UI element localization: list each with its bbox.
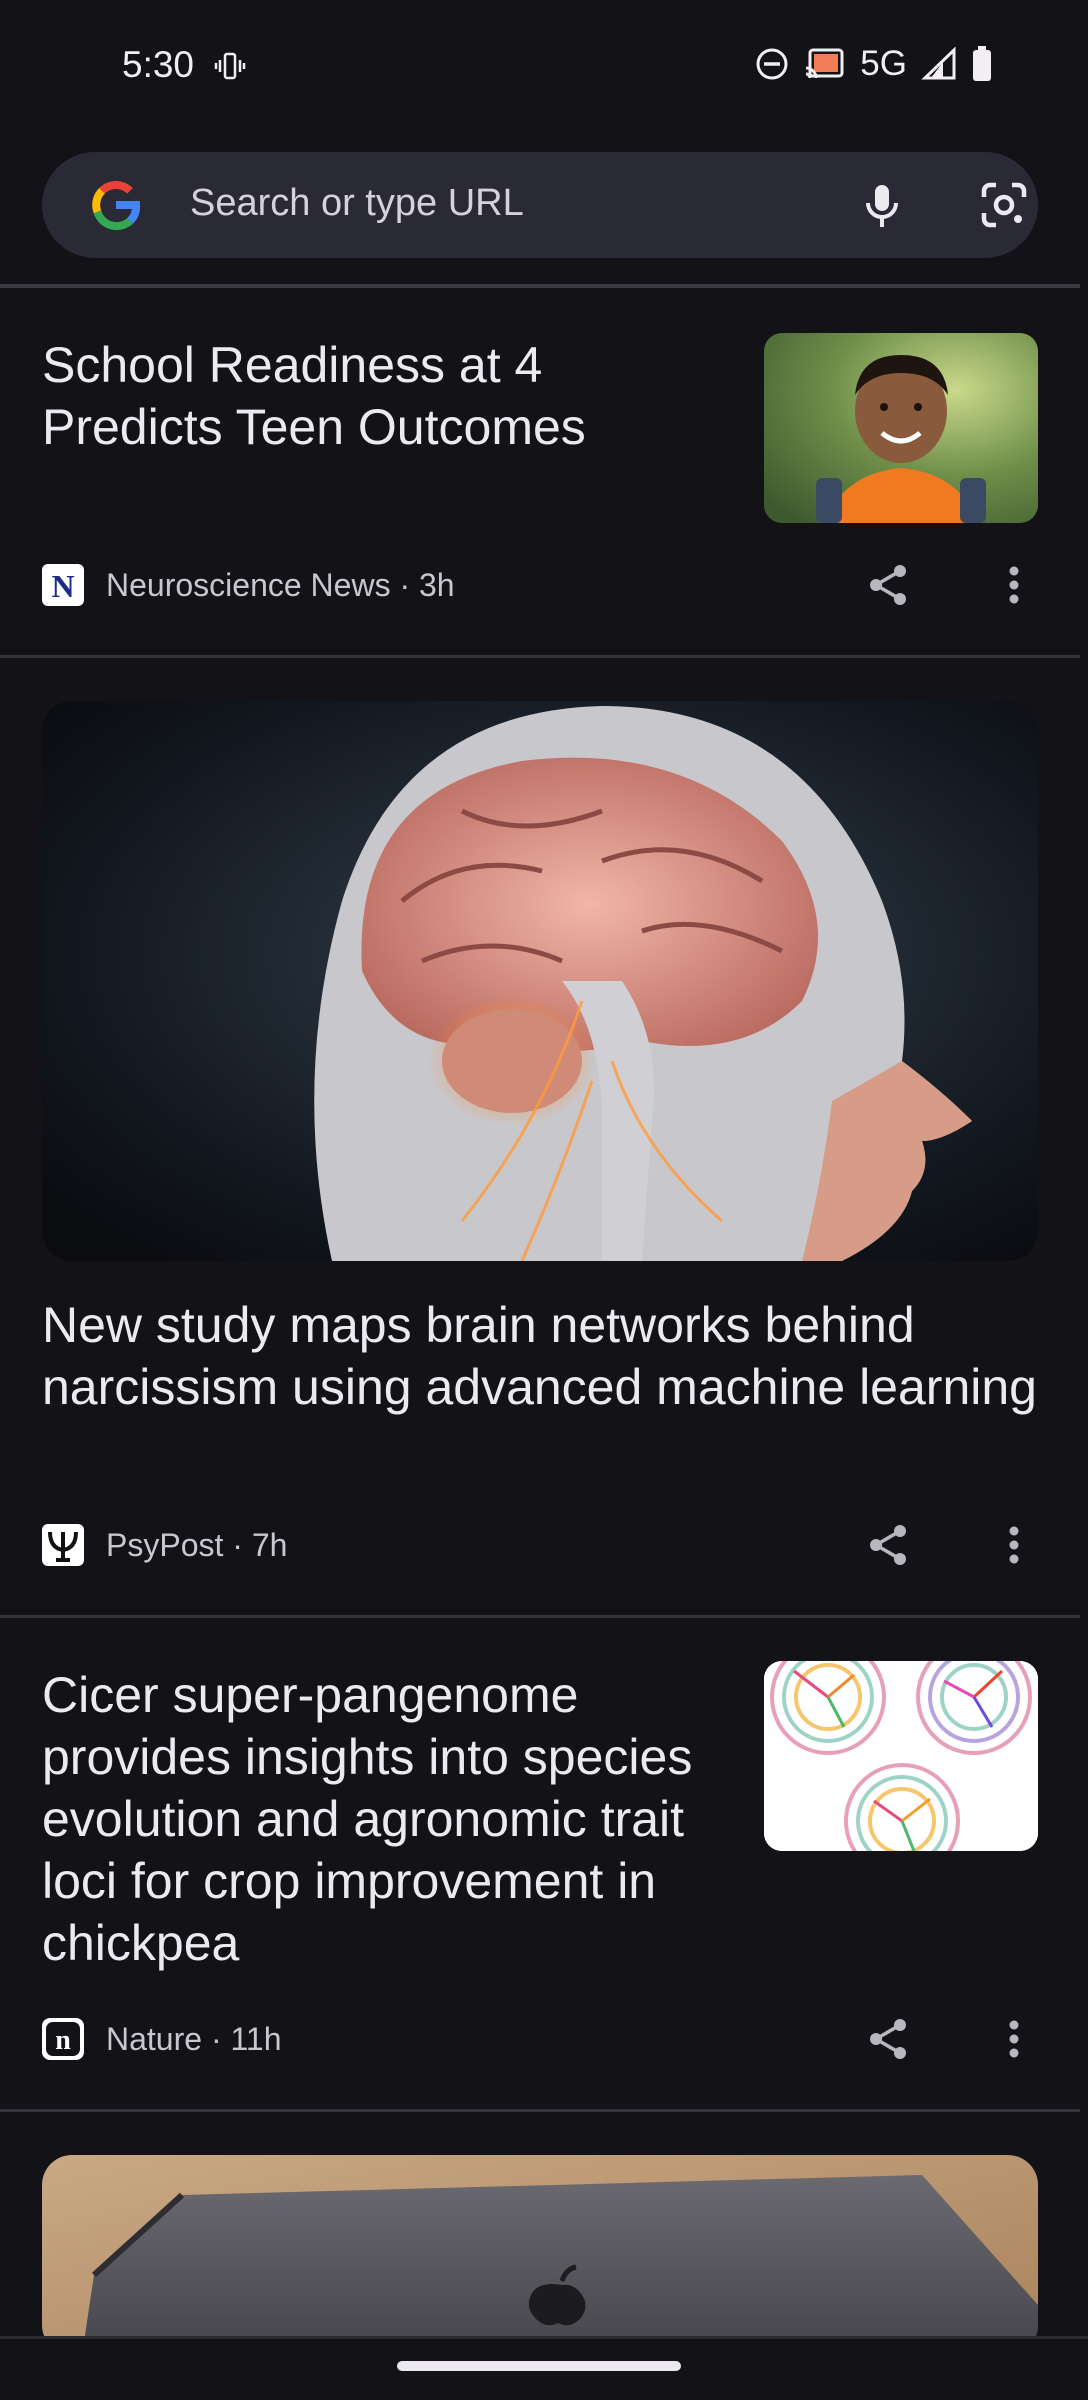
article-hero-image[interactable] bbox=[42, 2155, 1038, 2355]
vibrate-icon bbox=[214, 52, 246, 80]
svg-text:N: N bbox=[51, 568, 74, 604]
article-title[interactable]: New study maps brain networks behind nar… bbox=[42, 1294, 1038, 1418]
network-type: 5G bbox=[860, 44, 907, 83]
do-not-disturb-icon bbox=[756, 48, 788, 80]
more-options-icon[interactable] bbox=[1000, 1521, 1028, 1569]
battery-icon bbox=[973, 46, 991, 81]
source-and-age: PsyPost · 7h bbox=[106, 1526, 288, 1563]
clock: 5:30 bbox=[122, 44, 195, 85]
card-divider bbox=[0, 1615, 1080, 1618]
psypost-logo bbox=[42, 1524, 84, 1566]
circos-plot-image bbox=[764, 1661, 1038, 1851]
search-placeholder[interactable]: Search or type URL bbox=[190, 182, 524, 225]
cast-icon bbox=[806, 48, 844, 79]
lens-icon[interactable] bbox=[976, 177, 1032, 233]
more-options-icon[interactable] bbox=[1000, 561, 1028, 609]
google-logo bbox=[92, 181, 141, 231]
source-and-age: Nature · 11h bbox=[106, 2020, 282, 2057]
article-meta: N Neuroscience News · 3h bbox=[42, 564, 455, 606]
neuroscience-news-logo: N bbox=[42, 564, 84, 606]
brain-illustration bbox=[42, 701, 1038, 1261]
omnibox[interactable]: Search or type URL bbox=[42, 152, 1038, 258]
more-options-icon[interactable] bbox=[1000, 2015, 1028, 2063]
mic-icon[interactable] bbox=[854, 177, 910, 233]
status-icons: 5G bbox=[754, 44, 993, 84]
gesture-nav-bar bbox=[0, 2336, 1088, 2400]
share-icon[interactable] bbox=[864, 2015, 912, 2063]
article-title[interactable]: Cicer super-pangenome provides insights … bbox=[42, 1664, 742, 1974]
share-icon[interactable] bbox=[864, 561, 912, 609]
article-title[interactable]: School Readiness at 4 Predicts Teen Outc… bbox=[42, 334, 722, 458]
chrome-new-tab-feed: 5:30 5G Search or type URL School Readin… bbox=[0, 0, 1088, 2400]
feed-top-divider bbox=[0, 284, 1080, 288]
source-and-age: Neuroscience News · 3h bbox=[106, 566, 455, 603]
article-meta: PsyPost · 7h bbox=[42, 1524, 287, 1566]
home-gesture-handle[interactable] bbox=[397, 2361, 681, 2371]
svg-text:n: n bbox=[55, 2025, 71, 2056]
child-photo bbox=[764, 333, 1038, 523]
laptop-photo bbox=[42, 2155, 1038, 2355]
card-divider bbox=[0, 2109, 1080, 2112]
signal-icon bbox=[921, 46, 956, 80]
article-hero-image[interactable] bbox=[42, 701, 1038, 1261]
share-icon[interactable] bbox=[864, 1521, 912, 1569]
card-divider bbox=[0, 655, 1080, 658]
article-thumbnail[interactable] bbox=[764, 333, 1038, 523]
status-bar: 5:30 5G bbox=[0, 0, 1088, 135]
article-thumbnail[interactable] bbox=[764, 1661, 1038, 1851]
nature-logo: n bbox=[42, 2018, 84, 2060]
article-meta: n Nature · 11h bbox=[42, 2018, 282, 2060]
